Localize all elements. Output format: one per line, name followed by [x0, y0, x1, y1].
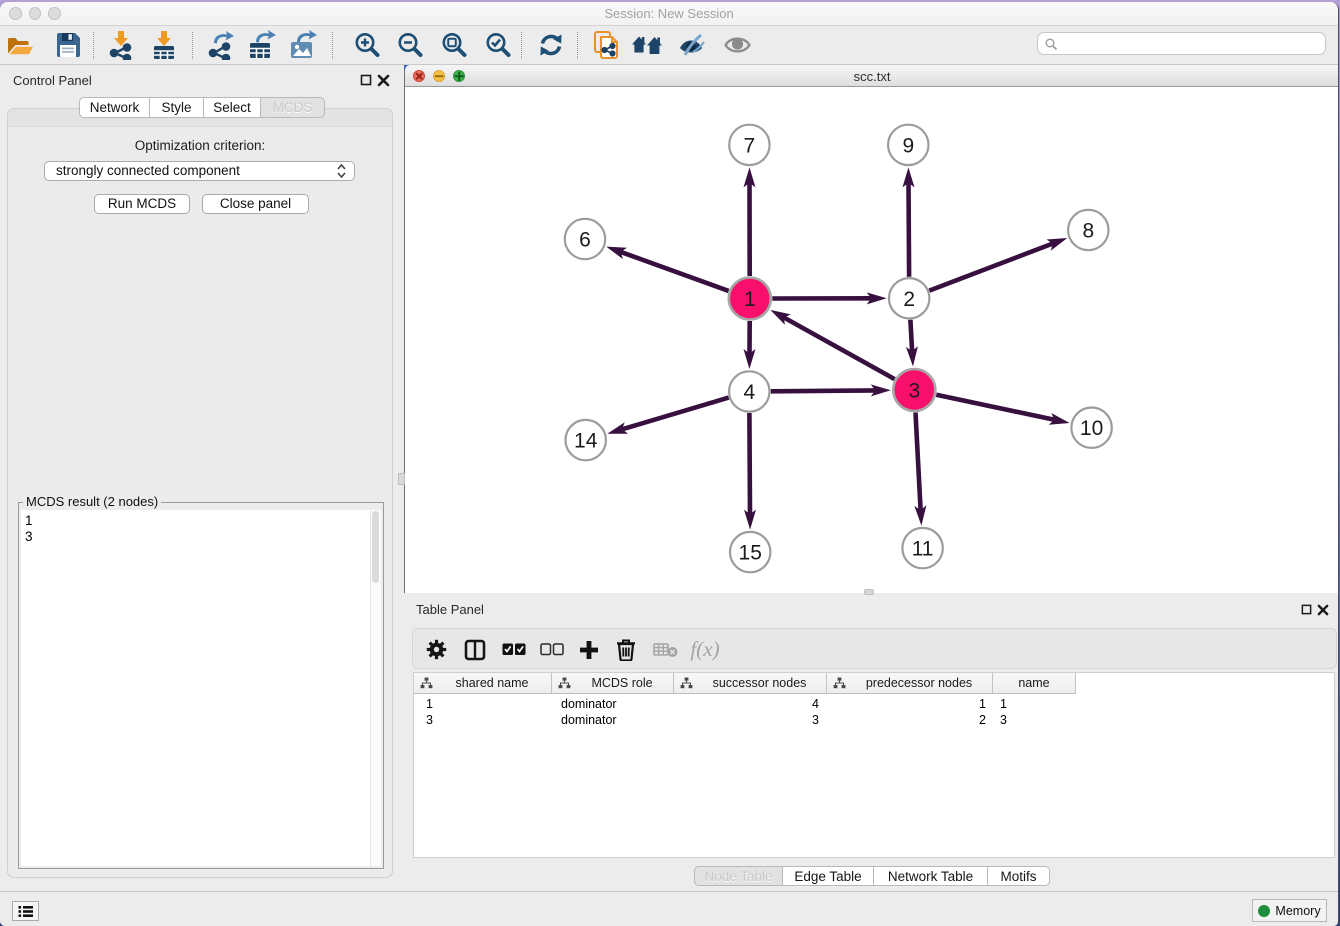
svg-text:8: 8 [1083, 219, 1095, 242]
svg-text:10: 10 [1080, 417, 1103, 440]
svg-text:2: 2 [904, 287, 916, 310]
svg-text:11: 11 [912, 537, 934, 560]
svg-text:4: 4 [744, 381, 756, 404]
svg-text:1: 1 [744, 288, 756, 311]
svg-text:3: 3 [909, 379, 921, 402]
svg-text:14: 14 [574, 429, 598, 452]
svg-text:9: 9 [903, 134, 915, 157]
svg-text:7: 7 [744, 134, 756, 157]
svg-text:15: 15 [739, 541, 762, 564]
svg-text:6: 6 [579, 228, 591, 251]
